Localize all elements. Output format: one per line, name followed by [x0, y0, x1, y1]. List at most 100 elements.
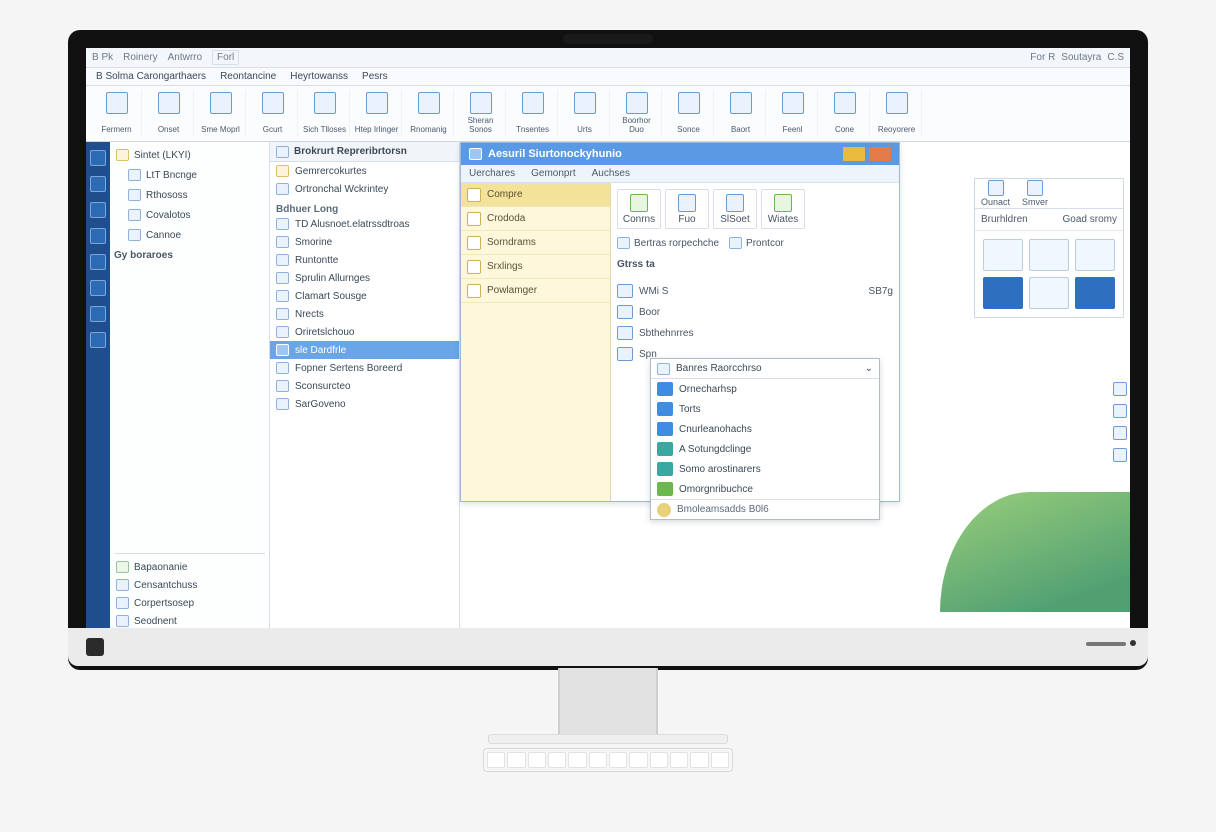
list-item[interactable]: Oriretslchouo [270, 323, 459, 341]
menu-item-2[interactable]: Reontancine [220, 71, 276, 82]
lower-item[interactable]: Bapaonanie [114, 558, 265, 576]
chevron-down-icon: ⌄ [865, 363, 873, 374]
side-icon[interactable] [1113, 404, 1127, 418]
sw-menu-item[interactable]: Auchses [592, 168, 630, 179]
title-word-1: Roinery [123, 52, 157, 63]
nav-more-icon[interactable] [90, 306, 106, 322]
item-label: Runtontte [295, 255, 338, 266]
dropdown-footer[interactable]: Bmoleamsadds B0l6 [651, 499, 879, 519]
lower-item[interactable]: Censantchuss [114, 576, 265, 594]
palette-cell[interactable] [983, 239, 1023, 271]
ribbon-icon [470, 92, 492, 114]
palette-btn[interactable]: Ounact [981, 180, 1010, 207]
list-item[interactable]: Smorine [270, 233, 459, 251]
ylist-item[interactable]: Srxlings [461, 255, 610, 279]
ylist-item[interactable]: Powlamger [461, 279, 610, 303]
ribbon-btn-1[interactable]: Onset [144, 90, 194, 136]
dropdown-item[interactable]: Cnurleanohachs [651, 419, 879, 439]
ylist-item[interactable]: Sorndrams [461, 231, 610, 255]
nav-calendar-icon[interactable] [90, 202, 106, 218]
ribbon-btn-2[interactable]: Sme Moprl [196, 90, 246, 136]
dropdown-item[interactable]: Torts [651, 399, 879, 419]
side-icon[interactable] [1113, 426, 1127, 440]
tree-item[interactable]: Cannoe [114, 226, 265, 244]
dropdown-header[interactable]: Banres Raorcchrso ⌄ [651, 359, 879, 379]
nav-home-icon[interactable] [90, 150, 106, 166]
lower-item[interactable]: Corpertsosep [114, 594, 265, 612]
menu-item-4[interactable]: Pesrs [362, 71, 388, 82]
sw-menu-item[interactable]: Uerchares [469, 168, 515, 179]
side-icon-strip [1110, 382, 1130, 462]
dropdown-item[interactable]: Somo arostinarers [651, 459, 879, 479]
tree-header[interactable]: Sintet (LKYI) [114, 146, 265, 164]
mid-header-label: Brokrurt Repreribrtorsn [294, 146, 407, 157]
list-item[interactable]: Ortronchal Wckrintey [270, 180, 459, 198]
ribbon-btn-0[interactable]: Fermern [92, 90, 142, 136]
sw-tool-btn[interactable]: Wiates [761, 189, 805, 229]
palette-cell[interactable] [1029, 277, 1069, 309]
palette-cell[interactable] [1075, 239, 1115, 271]
tree-item[interactable]: Rthososs [114, 186, 265, 204]
list-item[interactable]: TD Alusnoet.elatrssdtroas [270, 215, 459, 233]
ribbon-btn-6[interactable]: Rnomanig [404, 90, 454, 136]
sw-card[interactable]: Bertras rorpechche [617, 237, 719, 249]
palette-btn[interactable]: Smver [1022, 180, 1048, 207]
tree-group-2[interactable]: Gy boraroes [114, 250, 265, 261]
ribbon-btn-8[interactable]: Tnsentes [508, 90, 558, 136]
ribbon-btn-12[interactable]: Baort [716, 90, 766, 136]
side-icon[interactable] [1113, 382, 1127, 396]
minimize-button[interactable] [843, 147, 865, 161]
sw-item[interactable]: Sbthehnrres [617, 324, 893, 342]
side-icon[interactable] [1113, 448, 1127, 462]
list-item[interactable]: SarGoveno [270, 395, 459, 413]
sub-window-title[interactable]: Aesuril Siurtonockyhunio [461, 143, 899, 165]
nav-notes-icon[interactable] [90, 280, 106, 296]
ribbon-icon [522, 92, 544, 114]
ylist-item[interactable]: Crododa [461, 207, 610, 231]
list-item[interactable]: Gemrercokurtes [270, 162, 459, 180]
ribbon-btn-5[interactable]: Htep Irlinger [352, 90, 402, 136]
nav-people-icon[interactable] [90, 228, 106, 244]
nav-add-icon[interactable] [90, 332, 106, 348]
nav-tasks-icon[interactable] [90, 254, 106, 270]
ribbon-icon [418, 92, 440, 114]
ribbon-btn-4[interactable]: Sich Tlloses [300, 90, 350, 136]
list-item[interactable]: Fopner Sertens Boreerd [270, 359, 459, 377]
list-item[interactable]: Sprulin Allurnges [270, 269, 459, 287]
ribbon-btn-7[interactable]: Sheran Sonos [456, 90, 506, 136]
palette-cell[interactable] [1029, 239, 1069, 271]
dropdown-icon [657, 363, 670, 375]
sw-item[interactable]: Boor [617, 303, 893, 321]
list-item-selected[interactable]: sle Dardfrle [270, 341, 459, 359]
sw-item[interactable]: WMi SSB7g [617, 282, 893, 300]
list-item[interactable]: Runtontte [270, 251, 459, 269]
dropdown-item[interactable]: Ornecharhsp [651, 379, 879, 399]
sw-tool-btn[interactable]: Fuo [665, 189, 709, 229]
menu-item-3[interactable]: Heyrtowanss [290, 71, 348, 82]
ribbon-btn-13[interactable]: Feenl [768, 90, 818, 136]
list-item[interactable]: Nrects [270, 305, 459, 323]
sw-tool-btn[interactable]: SlSoet [713, 189, 757, 229]
nav-mail-icon[interactable] [90, 176, 106, 192]
ribbon-btn-14[interactable]: Cone [820, 90, 870, 136]
sw-tool-btn[interactable]: Conrns [617, 189, 661, 229]
list-item[interactable]: Clamart Sousge [270, 287, 459, 305]
palette-cell[interactable] [983, 277, 1023, 309]
ribbon-btn-15[interactable]: Reoyorere [872, 90, 922, 136]
ribbon-btn-3[interactable]: Gcurt [248, 90, 298, 136]
dropdown-item[interactable]: A Sotungdclinge [651, 439, 879, 459]
dropdown-item[interactable]: Omorgnribuchce [651, 479, 879, 499]
ylist-item[interactable]: Compre [461, 183, 610, 207]
ribbon-btn-10[interactable]: Boorhor Duo [612, 90, 662, 136]
tree-item[interactable]: LtT Bncnge [114, 166, 265, 184]
sw-card[interactable]: Prontcor [729, 237, 784, 249]
palette-grid [975, 231, 1123, 317]
list-item[interactable]: Sconsurcteo [270, 377, 459, 395]
ribbon-btn-11[interactable]: Sonce [664, 90, 714, 136]
palette-cell[interactable] [1075, 277, 1115, 309]
sw-menu-item[interactable]: Gemonprt [531, 168, 575, 179]
close-button[interactable] [869, 147, 891, 161]
menu-item-1[interactable]: B Solma Carongarthaers [96, 71, 206, 82]
tree-item[interactable]: Covalotos [114, 206, 265, 224]
ribbon-btn-9[interactable]: Urts [560, 90, 610, 136]
